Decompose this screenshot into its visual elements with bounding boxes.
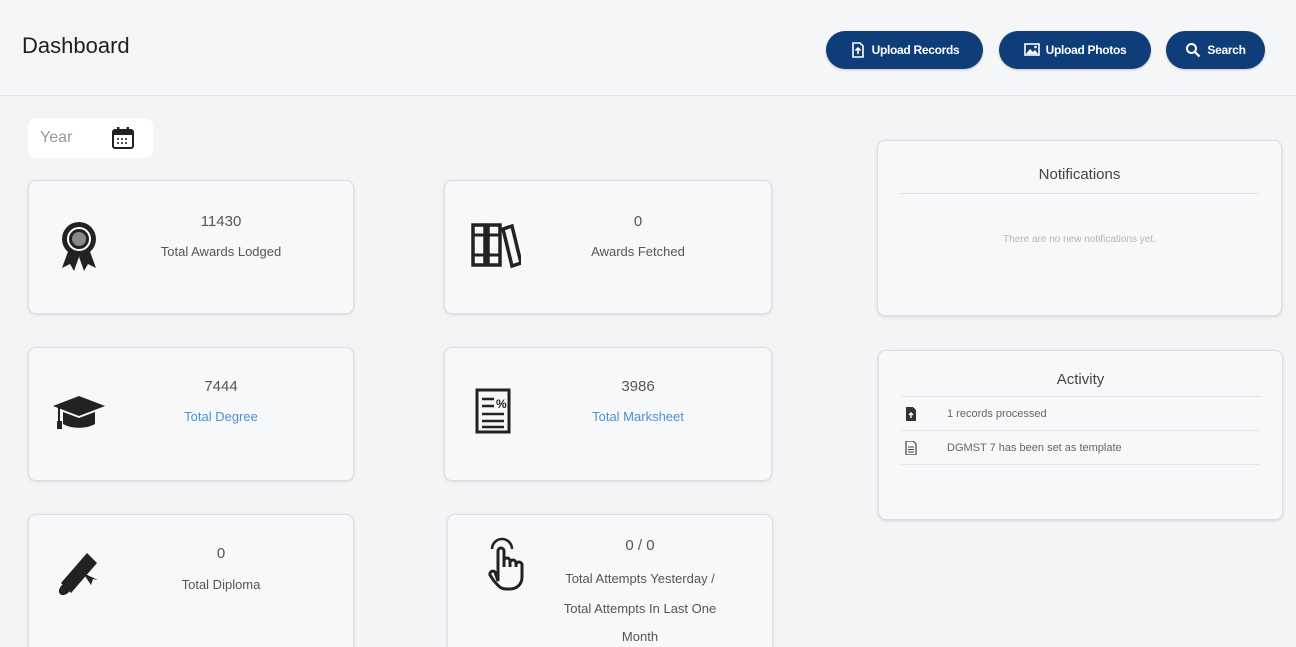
dashboard-page: Dashboard Upload Records Upload Photos S… xyxy=(0,0,1296,647)
total-marksheet-card[interactable]: % 3986 Total Marksheet xyxy=(444,347,772,481)
year-placeholder: Year xyxy=(40,129,73,146)
total-attempts-value: 0 / 0 xyxy=(625,537,655,554)
activity-panel: Activity 1 records processed DGMST 7 has… xyxy=(878,350,1283,520)
total-diploma-card[interactable]: 0 Total Diploma xyxy=(28,514,354,647)
search-button[interactable]: Search xyxy=(1166,31,1265,69)
total-marksheet-link[interactable]: Total Marksheet xyxy=(505,405,771,429)
total-awards-lodged-card[interactable]: 11430 Total Awards Lodged xyxy=(28,180,354,314)
activity-title: Activity xyxy=(1056,371,1105,388)
activity-item-text: 1 records processed xyxy=(947,407,1047,420)
page-title: Dashboard xyxy=(22,33,130,58)
total-attempts-card[interactable]: 0 / 0 Total Attempts Yesterday / Total A… xyxy=(447,514,773,647)
total-awards-lodged-label: Total Awards Lodged xyxy=(160,244,282,259)
image-upload-icon xyxy=(1023,43,1040,56)
upload-records-button[interactable]: Upload Records xyxy=(826,31,983,69)
upload-photos-label: Upload Photos xyxy=(1045,43,1127,57)
total-attempts-label-line-3: Month xyxy=(621,629,659,644)
total-degree-card[interactable]: 7444 Total Degree xyxy=(28,347,354,481)
upload-photos-button[interactable]: Upload Photos xyxy=(999,31,1151,69)
file-upload-icon xyxy=(851,42,864,58)
notifications-title: Notifications xyxy=(1038,166,1121,183)
activity-item: DGMST 7 has been set as template xyxy=(901,431,1260,465)
total-marksheet-value: 3986 xyxy=(621,378,655,395)
activity-item-text: DGMST 7 has been set as template xyxy=(947,441,1122,454)
year-picker[interactable]: Year xyxy=(28,118,153,158)
file-upload-icon xyxy=(906,406,916,421)
total-awards-lodged-value: 11430 xyxy=(200,213,242,230)
notifications-empty-message: There are no new notifications yet. xyxy=(1003,234,1156,245)
calendar-icon[interactable] xyxy=(110,126,136,150)
awards-fetched-card[interactable]: 0 Awards Fetched xyxy=(444,180,772,314)
awards-fetched-label: Awards Fetched xyxy=(591,244,685,259)
header-bar: Dashboard Upload Records Upload Photos S… xyxy=(0,0,1296,96)
upload-records-label: Upload Records xyxy=(871,43,960,57)
search-label: Search xyxy=(1207,43,1246,57)
total-diploma-label: Total Diploma xyxy=(181,577,261,592)
total-degree-value: 7444 xyxy=(204,378,238,395)
document-icon xyxy=(905,440,917,455)
search-icon xyxy=(1186,43,1201,58)
awards-fetched-value: 0 xyxy=(633,213,643,230)
notifications-panel: Notifications There are no new notificat… xyxy=(877,140,1282,316)
total-degree-link[interactable]: Total Degree xyxy=(89,405,353,429)
total-attempts-label-line-2: Total Attempts In Last One xyxy=(563,601,717,616)
notifications-divider xyxy=(900,193,1259,194)
activity-item: 1 records processed xyxy=(901,397,1260,431)
total-diploma-value: 0 xyxy=(216,545,226,562)
total-attempts-label-line-1: Total Attempts Yesterday / xyxy=(565,571,715,586)
